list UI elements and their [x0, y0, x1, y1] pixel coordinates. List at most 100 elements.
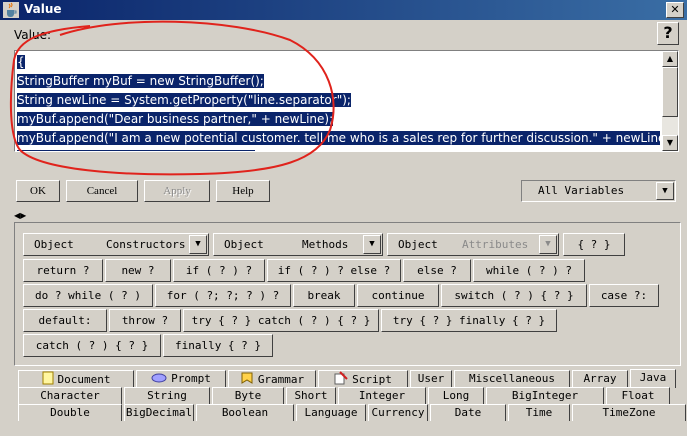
chevron-down-icon[interactable]: ▼ — [656, 182, 674, 200]
splitter-arrows-icon[interactable]: ◀▶ — [14, 211, 26, 220]
tab-short[interactable]: Short — [286, 387, 336, 404]
tab-document[interactable]: Document — [18, 370, 134, 387]
close-icon[interactable]: ✕ — [666, 2, 684, 18]
throw-button[interactable]: throw ? — [109, 309, 181, 332]
while-button[interactable]: while ( ? ) ? — [473, 259, 585, 282]
code-line-text: String newLine = System.getProperty("lin… — [17, 93, 351, 107]
finally-button[interactable]: finally { ? } — [163, 334, 273, 357]
code-line[interactable]: StringBuffer myBuf = new StringBuffer(); — [17, 72, 660, 91]
tab-biginteger[interactable]: BigInteger — [486, 387, 604, 404]
if-button[interactable]: if ( ? ) ? — [173, 259, 265, 282]
help-icon[interactable]: ? — [657, 22, 679, 45]
code-line[interactable]: myBuf.append("I am a new potential custo… — [17, 129, 660, 148]
tab-double[interactable]: Double — [18, 404, 122, 421]
value-label: Value: — [14, 28, 51, 42]
tab-user[interactable]: User — [410, 370, 452, 387]
tab-language[interactable]: Language — [296, 404, 366, 421]
code-line-text: myBuf.append("Sincerely" + newLine ); — [17, 150, 255, 151]
tab-currency[interactable]: Currency — [368, 404, 428, 421]
tab-script[interactable]: Script — [318, 370, 408, 387]
tab-label: Prompt — [171, 372, 211, 385]
tab-integer[interactable]: Integer — [338, 387, 426, 404]
tab-label: Grammar — [257, 373, 305, 386]
continue-button[interactable]: continue — [357, 284, 439, 307]
tab-label: Boolean — [221, 406, 269, 419]
case-button[interactable]: case ?: — [589, 284, 659, 307]
tab-label: BigDecimal — [125, 406, 193, 419]
tab-byte[interactable]: Byte — [212, 387, 284, 404]
tab-grammar[interactable]: Grammar — [228, 370, 316, 387]
tab-time[interactable]: Time — [508, 404, 570, 421]
expression-palette: Object Constructors ▼ Object Methods ▼ O… — [14, 222, 681, 366]
tab-character[interactable]: Character — [18, 387, 122, 404]
tab-label: Long — [442, 389, 470, 402]
tab-label: Integer — [358, 389, 406, 402]
tab-timezone[interactable]: TimeZone — [572, 404, 686, 421]
tab-label: Document — [57, 373, 111, 386]
break-button[interactable]: break — [293, 284, 355, 307]
tab-label: Currency — [371, 406, 425, 419]
tab-float[interactable]: Float — [606, 387, 670, 404]
tab-prompt[interactable]: Prompt — [136, 370, 226, 387]
tab-label: Time — [525, 406, 553, 419]
catch-button[interactable]: catch ( ? ) { ? } — [23, 334, 161, 357]
switch-button[interactable]: switch ( ? ) { ? } — [441, 284, 587, 307]
new-button[interactable]: new ? — [105, 259, 171, 282]
try-catch-button[interactable]: try { ? } catch ( ? ) { ? } — [183, 309, 379, 332]
scroll-down-icon[interactable]: ▼ — [662, 135, 678, 151]
braces-button[interactable]: { ? } — [563, 233, 625, 256]
apply-button[interactable]: Apply — [144, 180, 210, 202]
tab-label: Byte — [234, 389, 262, 402]
title-bar: Value ✕ — [0, 0, 687, 20]
object-methods-combo[interactable]: Object Methods ▼ — [213, 233, 383, 256]
if-else-button[interactable]: if ( ? ) ? else ? — [267, 259, 401, 282]
return-button[interactable]: return ? — [23, 259, 103, 282]
tab-label: Double — [50, 406, 90, 419]
do-while-button[interactable]: do ? while ( ? ) — [23, 284, 153, 307]
code-line-text: myBuf.append("I am a new potential custo… — [17, 131, 660, 145]
code-line[interactable]: { — [17, 53, 660, 72]
help-button[interactable]: Help — [216, 180, 270, 202]
code-line-text: { — [17, 55, 25, 69]
code-line[interactable]: String newLine = System.getProperty("lin… — [17, 91, 660, 110]
tab-string[interactable]: String — [124, 387, 210, 404]
try-finally-button[interactable]: try { ? } finally { ? } — [381, 309, 557, 332]
tab-miscellaneous[interactable]: Miscellaneous — [454, 370, 570, 387]
code-editor[interactable]: { StringBuffer myBuf = new StringBuffer()… — [14, 50, 679, 152]
default-button[interactable]: default: — [23, 309, 107, 332]
for-button[interactable]: for ( ?; ?; ? ) ? — [155, 284, 291, 307]
chevron-down-icon[interactable]: ▼ — [189, 235, 207, 254]
tab-label: Script — [352, 373, 392, 386]
tab-date[interactable]: Date — [430, 404, 506, 421]
tab-label: String — [147, 389, 187, 402]
object-constructors-combo[interactable]: Object Constructors ▼ — [23, 233, 209, 256]
object-attributes-combo[interactable]: Object Attributes ▼ — [387, 233, 559, 256]
tab-label: Date — [454, 406, 482, 419]
tab-label: Float — [621, 389, 655, 402]
tab-label: BigInteger — [511, 389, 579, 402]
code-line[interactable]: myBuf.append("Dear business partner," + … — [17, 110, 660, 129]
vertical-scrollbar[interactable]: ▲ ▼ — [662, 51, 678, 151]
variables-combo[interactable]: All Variables ▼ — [521, 180, 676, 202]
tab-label: Array — [583, 372, 617, 385]
chevron-down-icon[interactable]: ▼ — [539, 235, 557, 254]
tab-label: Miscellaneous — [468, 372, 556, 385]
tab-boolean[interactable]: Boolean — [196, 404, 294, 421]
cancel-button[interactable]: Cancel — [66, 180, 138, 202]
else-button[interactable]: else ? — [403, 259, 471, 282]
tab-array[interactable]: Array — [572, 370, 628, 387]
scroll-thumb[interactable] — [662, 67, 678, 117]
tab-label: User — [417, 372, 445, 385]
code-line[interactable]: myBuf.append("Sincerely" + newLine ); — [17, 148, 660, 151]
tab-label: TimeZone — [602, 406, 656, 419]
window-title: Value — [24, 2, 62, 16]
chevron-down-icon[interactable]: ▼ — [363, 235, 381, 254]
tab-label: Character — [40, 389, 100, 402]
tab-bigdecimal[interactable]: BigDecimal — [124, 404, 194, 421]
tab-label: Short — [294, 389, 328, 402]
tab-java[interactable]: Java — [630, 369, 676, 388]
tab-long[interactable]: Long — [428, 387, 484, 404]
ok-button[interactable]: OK — [16, 180, 60, 202]
scroll-up-icon[interactable]: ▲ — [662, 51, 678, 67]
code-text[interactable]: { StringBuffer myBuf = new StringBuffer()… — [17, 53, 660, 151]
